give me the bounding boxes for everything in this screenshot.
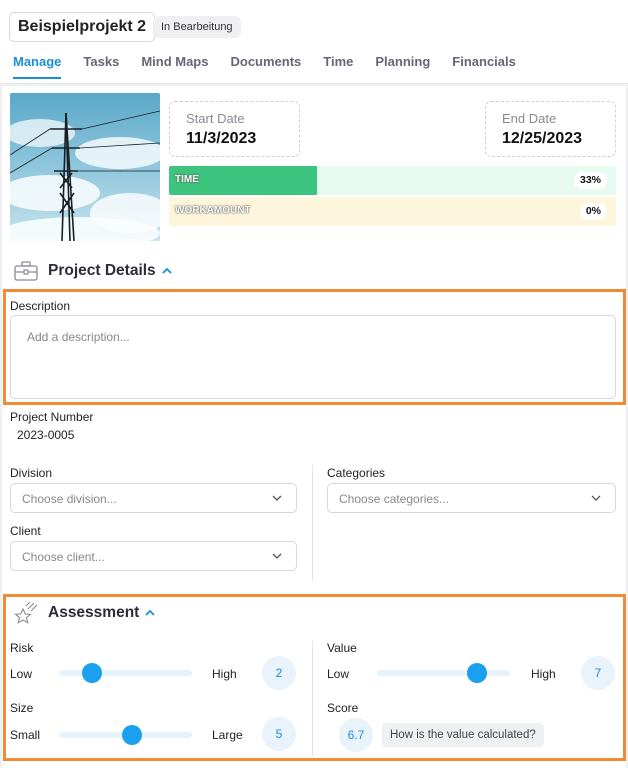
- status-badge[interactable]: In Bearbeitung: [153, 16, 241, 38]
- project-details-title: Project Details: [48, 262, 156, 279]
- risk-high-label: High: [212, 667, 237, 681]
- division-label: Division: [10, 466, 53, 480]
- tab-bar: Manage Tasks Mind Maps Documents Time Pl…: [13, 54, 538, 79]
- value-label: Value: [327, 641, 357, 655]
- project-number-label: Project Number: [10, 410, 94, 424]
- tab-financials[interactable]: Financials: [452, 54, 516, 79]
- chevron-down-icon: [272, 495, 282, 501]
- workamount-progress-bar: WORKAMOUNT 0%: [169, 197, 616, 226]
- start-date-label: Start Date: [186, 111, 245, 126]
- time-progress-bar: TIME 33%: [169, 166, 616, 195]
- size-low-label: Small: [10, 728, 41, 742]
- score-label: Score: [327, 701, 359, 715]
- tab-documents[interactable]: Documents: [230, 54, 301, 79]
- project-header: Beispielprojekt 2 In Bearbeitung Manage …: [0, 0, 628, 84]
- start-date-card[interactable]: Start Date 11/3/2023: [169, 101, 300, 157]
- value-high-label: High: [531, 667, 556, 681]
- categories-select[interactable]: Choose categories...: [327, 483, 616, 513]
- size-value: 5: [262, 717, 296, 751]
- briefcase-icon: [14, 261, 38, 281]
- division-placeholder: Choose division...: [22, 492, 117, 506]
- risk-value: 2: [262, 656, 296, 690]
- size-slider-thumb[interactable]: [122, 725, 143, 745]
- risk-low-label: Low: [10, 667, 33, 681]
- tab-planning[interactable]: Planning: [375, 54, 430, 79]
- value-value: 7: [581, 656, 615, 690]
- chevron-down-icon: [272, 553, 282, 559]
- categories-label: Categories: [327, 466, 386, 480]
- workamount-progress-percent: 0%: [579, 203, 607, 220]
- project-details-header[interactable]: Project Details: [14, 261, 172, 281]
- size-slider[interactable]: [59, 725, 192, 745]
- manage-panel: Start Date 11/3/2023 End Date 12/25/2023…: [2, 86, 626, 768]
- description-label: Description: [10, 299, 71, 313]
- division-select[interactable]: Choose division...: [10, 483, 297, 513]
- categories-placeholder: Choose categories...: [339, 492, 450, 506]
- value-slider[interactable]: [377, 663, 510, 683]
- value-slider-thumb[interactable]: [466, 663, 487, 683]
- chevron-down-icon: [591, 495, 601, 501]
- client-select[interactable]: Choose client...: [10, 541, 297, 571]
- score-calculation-help-button[interactable]: How is the value calculated?: [382, 723, 544, 747]
- assessment-header[interactable]: Assessment: [14, 601, 155, 625]
- tab-manage[interactable]: Manage: [13, 54, 62, 79]
- size-high-label: Large: [212, 728, 243, 742]
- project-title[interactable]: Beispielprojekt 2: [9, 12, 156, 42]
- tab-tasks[interactable]: Tasks: [83, 54, 119, 79]
- chevron-up-icon[interactable]: [145, 608, 155, 618]
- assessment-title: Assessment: [48, 604, 140, 621]
- project-image[interactable]: [10, 93, 160, 241]
- end-date-card[interactable]: End Date 12/25/2023: [485, 101, 616, 157]
- chevron-up-icon[interactable]: [162, 266, 172, 276]
- size-label: Size: [10, 701, 34, 715]
- project-number-value[interactable]: 2023-0005: [17, 428, 74, 442]
- assessment-column-divider: [312, 641, 313, 756]
- client-placeholder: Choose client...: [22, 550, 105, 564]
- time-progress-label: TIME: [175, 174, 199, 185]
- end-date-value: 12/25/2023: [502, 130, 583, 147]
- risk-slider[interactable]: [59, 663, 192, 683]
- tab-time[interactable]: Time: [323, 54, 353, 79]
- client-label: Client: [10, 524, 41, 538]
- tab-mind-maps[interactable]: Mind Maps: [141, 54, 208, 79]
- value-low-label: Low: [327, 667, 350, 681]
- time-progress-percent: 33%: [573, 172, 607, 189]
- start-date-value: 11/3/2023: [186, 130, 257, 147]
- risk-label: Risk: [10, 641, 34, 655]
- end-date-label: End Date: [502, 111, 557, 126]
- column-divider: [312, 465, 313, 581]
- workamount-progress-label: WORKAMOUNT: [175, 205, 251, 216]
- description-field[interactable]: Add a description...: [10, 315, 616, 399]
- score-value: 6.7: [339, 718, 373, 752]
- shooting-star-icon: [14, 601, 38, 624]
